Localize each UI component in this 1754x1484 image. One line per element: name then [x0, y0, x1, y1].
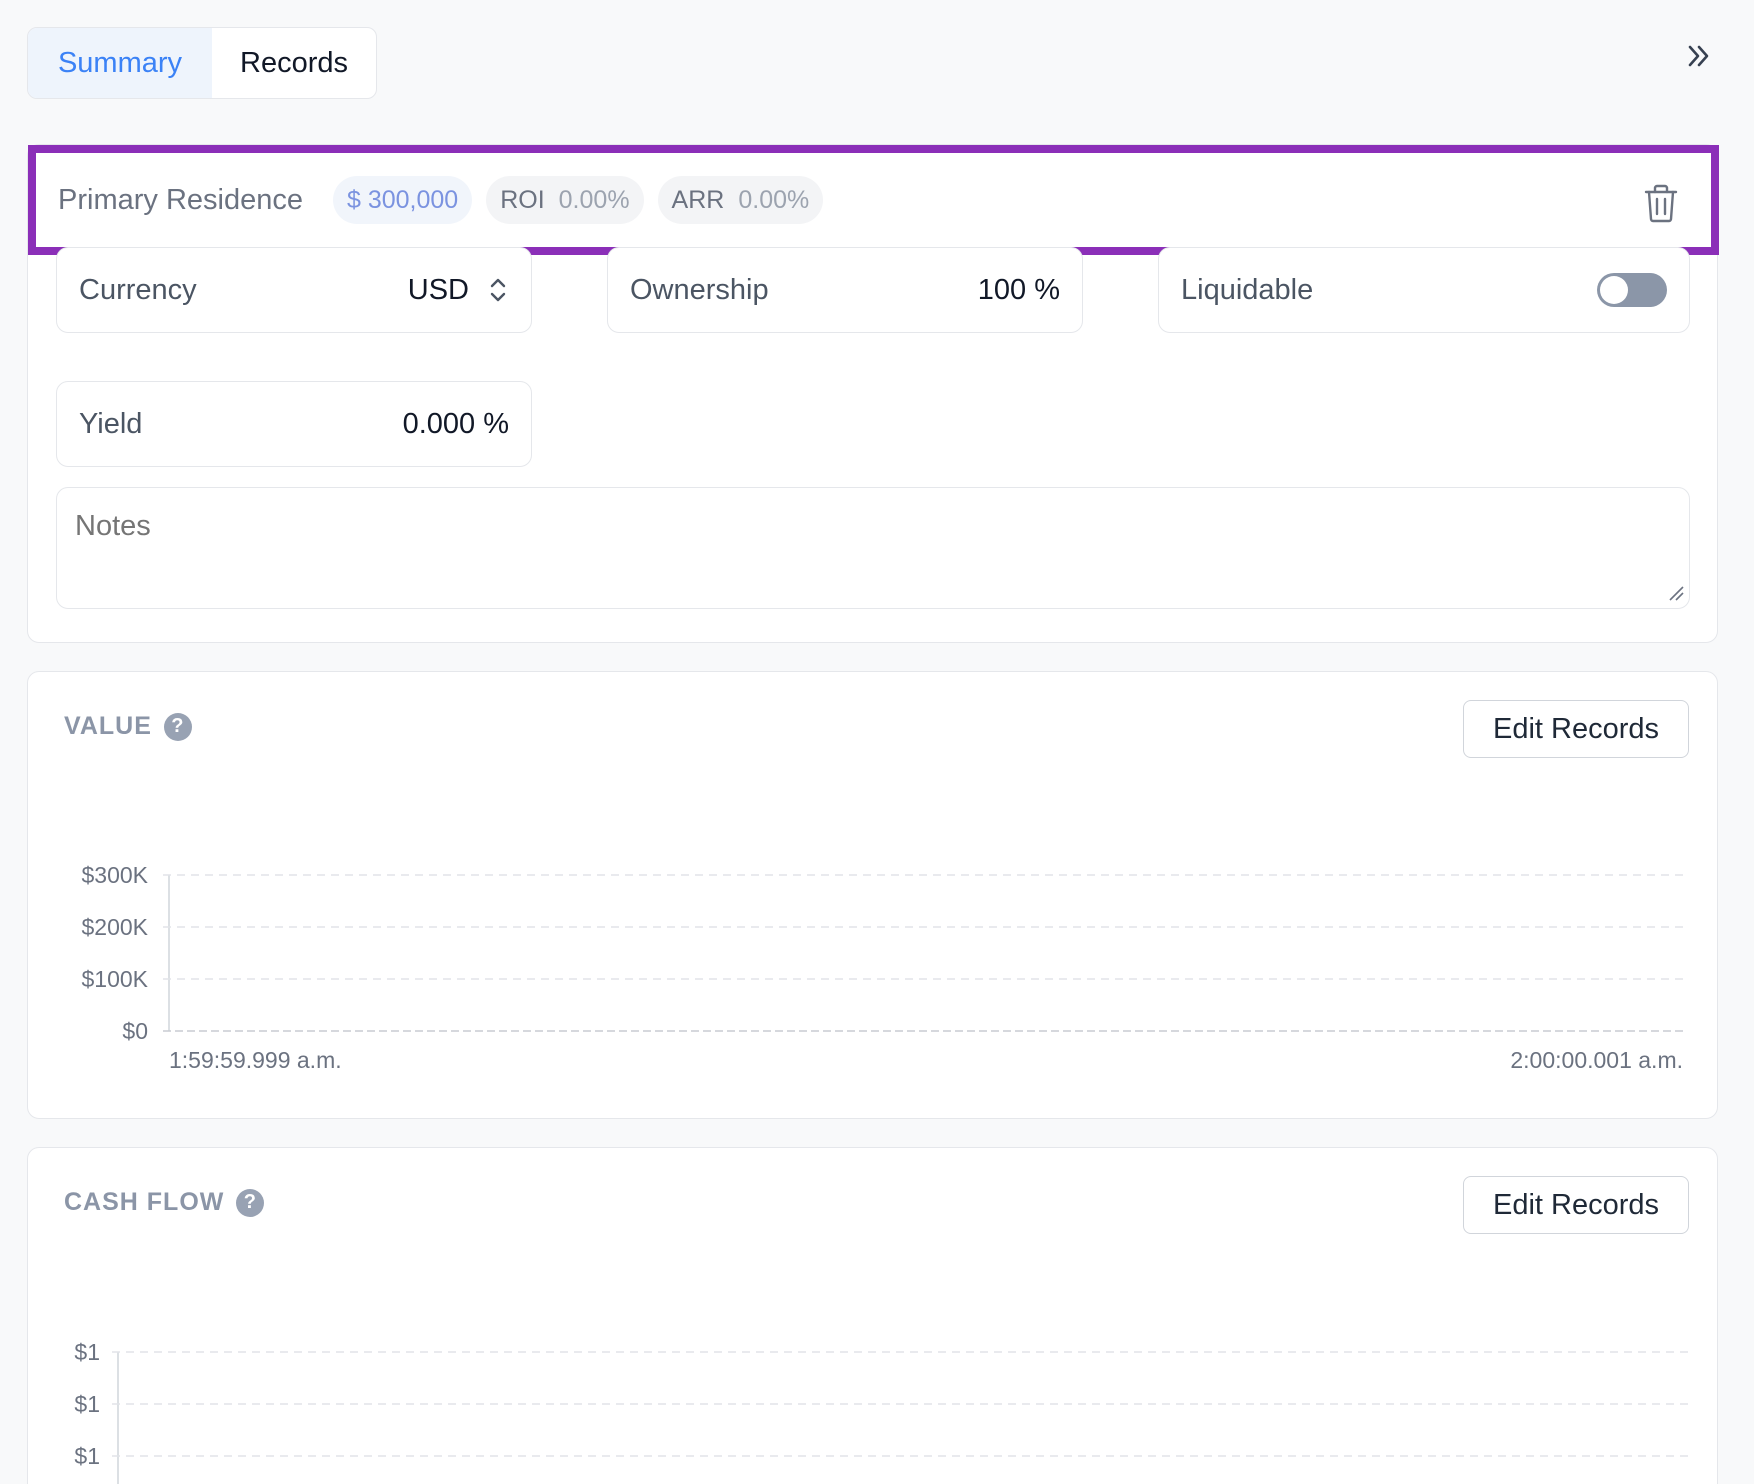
tab-summary[interactable]: Summary — [28, 28, 212, 98]
roi-badge: ROI 0.00% — [486, 176, 644, 224]
x-tick-label: 2:00:00.001 a.m. — [1510, 1047, 1683, 1073]
resize-grip-icon[interactable] — [1668, 585, 1684, 601]
arr-badge: ARR 0.00% — [657, 176, 824, 224]
asset-name[interactable]: Primary Residence — [58, 184, 303, 217]
y-tick-label: $300K — [81, 862, 148, 888]
roi-value: 0.00% — [558, 185, 630, 214]
ownership-field[interactable]: Ownership 100 % — [607, 247, 1083, 333]
liquidable-toggle[interactable] — [1597, 273, 1667, 307]
toggle-knob — [1600, 276, 1628, 304]
chevron-updown-icon — [490, 278, 506, 302]
trash-icon[interactable] — [1643, 183, 1679, 223]
value-chart: $300K $200K $100K $0 1:59:59.999 a.m. 2:00:00… — [81, 862, 1683, 1073]
y-tick-label: $1 — [74, 1391, 100, 1417]
ownership-label: Ownership — [630, 273, 769, 306]
yield-label: Yield — [79, 407, 143, 440]
asset-header: Primary Residence $ 300,000 ROI 0.00% AR… — [28, 145, 1719, 255]
asset-card: Primary Residence $ 300,000 ROI 0.00% AR… — [27, 144, 1719, 643]
yield-field[interactable]: Yield 0.000 % — [56, 381, 532, 467]
liquidable-label: Liquidable — [1181, 273, 1314, 306]
asset-amount: $ 300,000 — [346, 185, 459, 214]
liquidable-field: Liquidable — [1158, 247, 1690, 333]
y-tick-label: $200K — [81, 914, 148, 940]
currency-value-wrap: USD — [408, 274, 509, 307]
notes-textarea[interactable] — [56, 487, 1690, 609]
currency-select[interactable]: Currency USD — [56, 247, 532, 333]
value-card: VALUE ? Edit Records $300K $200K $100K $0 1:… — [27, 671, 1718, 1119]
cash-flow-chart: $1 $1 $1 — [74, 1339, 1690, 1484]
collapse-panel-icon[interactable] — [1680, 38, 1716, 74]
y-tick-label: $1 — [74, 1443, 100, 1469]
view-tabs: Summary Records — [27, 27, 377, 99]
roi-label: ROI — [500, 185, 545, 214]
yield-value[interactable]: 0.000 % — [403, 408, 509, 441]
ownership-value[interactable]: 100 % — [978, 274, 1060, 307]
y-tick-label: $0 — [122, 1018, 148, 1044]
arr-label: ARR — [671, 185, 725, 214]
currency-value: USD — [407, 273, 469, 306]
arr-value: 0.00% — [738, 185, 810, 214]
currency-label: Currency — [79, 273, 197, 306]
tab-records[interactable]: Records — [212, 28, 376, 98]
y-tick-label: $1 — [74, 1339, 100, 1365]
cash-flow-card: CASH FLOW ? Edit Records $1 $1 $1 — [27, 1147, 1718, 1484]
x-tick-label: 1:59:59.999 a.m. — [169, 1047, 342, 1073]
asset-amount-badge: $ 300,000 — [332, 176, 473, 224]
y-tick-label: $100K — [81, 966, 148, 992]
asset-detail-page: Summary Records Primary Residence $ 300,… — [0, 0, 1754, 1484]
